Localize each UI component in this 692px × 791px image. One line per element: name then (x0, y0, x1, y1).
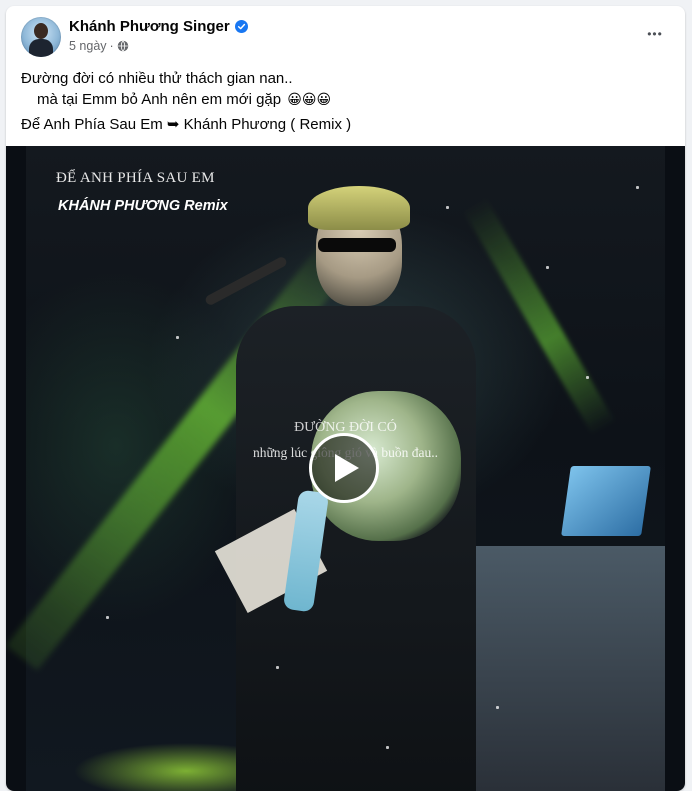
post-song-line: Để Anh Phía Sau Em ➥ Khánh Phương ( Remi… (21, 116, 352, 133)
post-text: Đường đời có nhiều thử thách gian nan.. … (21, 68, 671, 111)
post-meta: 5 ngày · (69, 39, 129, 53)
grinning-emoji-icon: 😀😀😀 (287, 92, 332, 108)
play-button[interactable] (309, 433, 379, 503)
video-subtitle-overlay: KHÁNH PHƯƠNG Remix (58, 198, 228, 214)
post-card: Khánh Phương Singer 5 ngày · ••• Đường đ… (6, 6, 685, 791)
post-text-line2: mà tại Emm bỏ Anh nên em mới gặp 😀😀😀 (21, 89, 671, 111)
video-title-overlay: ĐỂ ANH PHÍA SAU EM (56, 170, 215, 186)
video-player[interactable]: ĐỂ ANH PHÍA SAU EM KHÁNH PHƯƠNG Remix ĐƯ… (6, 146, 685, 791)
meta-separator: · (109, 39, 114, 53)
author-avatar[interactable] (21, 17, 61, 57)
verified-badge-icon (234, 20, 248, 33)
post-header: Khánh Phương Singer 5 ngày · ••• (6, 6, 685, 62)
globe-icon (117, 40, 128, 52)
laptop-shape (561, 466, 651, 536)
author-row: Khánh Phương Singer (69, 18, 248, 35)
more-horizontal-icon: ••• (647, 27, 663, 41)
post-text-line1: Đường đời có nhiều thử thách gian nan.. (21, 70, 293, 87)
author-name[interactable]: Khánh Phương Singer (69, 18, 230, 35)
more-options-button[interactable]: ••• (639, 20, 671, 48)
play-icon (335, 454, 359, 482)
post-text-line2-text: mà tại Emm bỏ Anh nên em mới gặp (37, 91, 282, 108)
post-time[interactable]: 5 ngày (69, 39, 107, 53)
